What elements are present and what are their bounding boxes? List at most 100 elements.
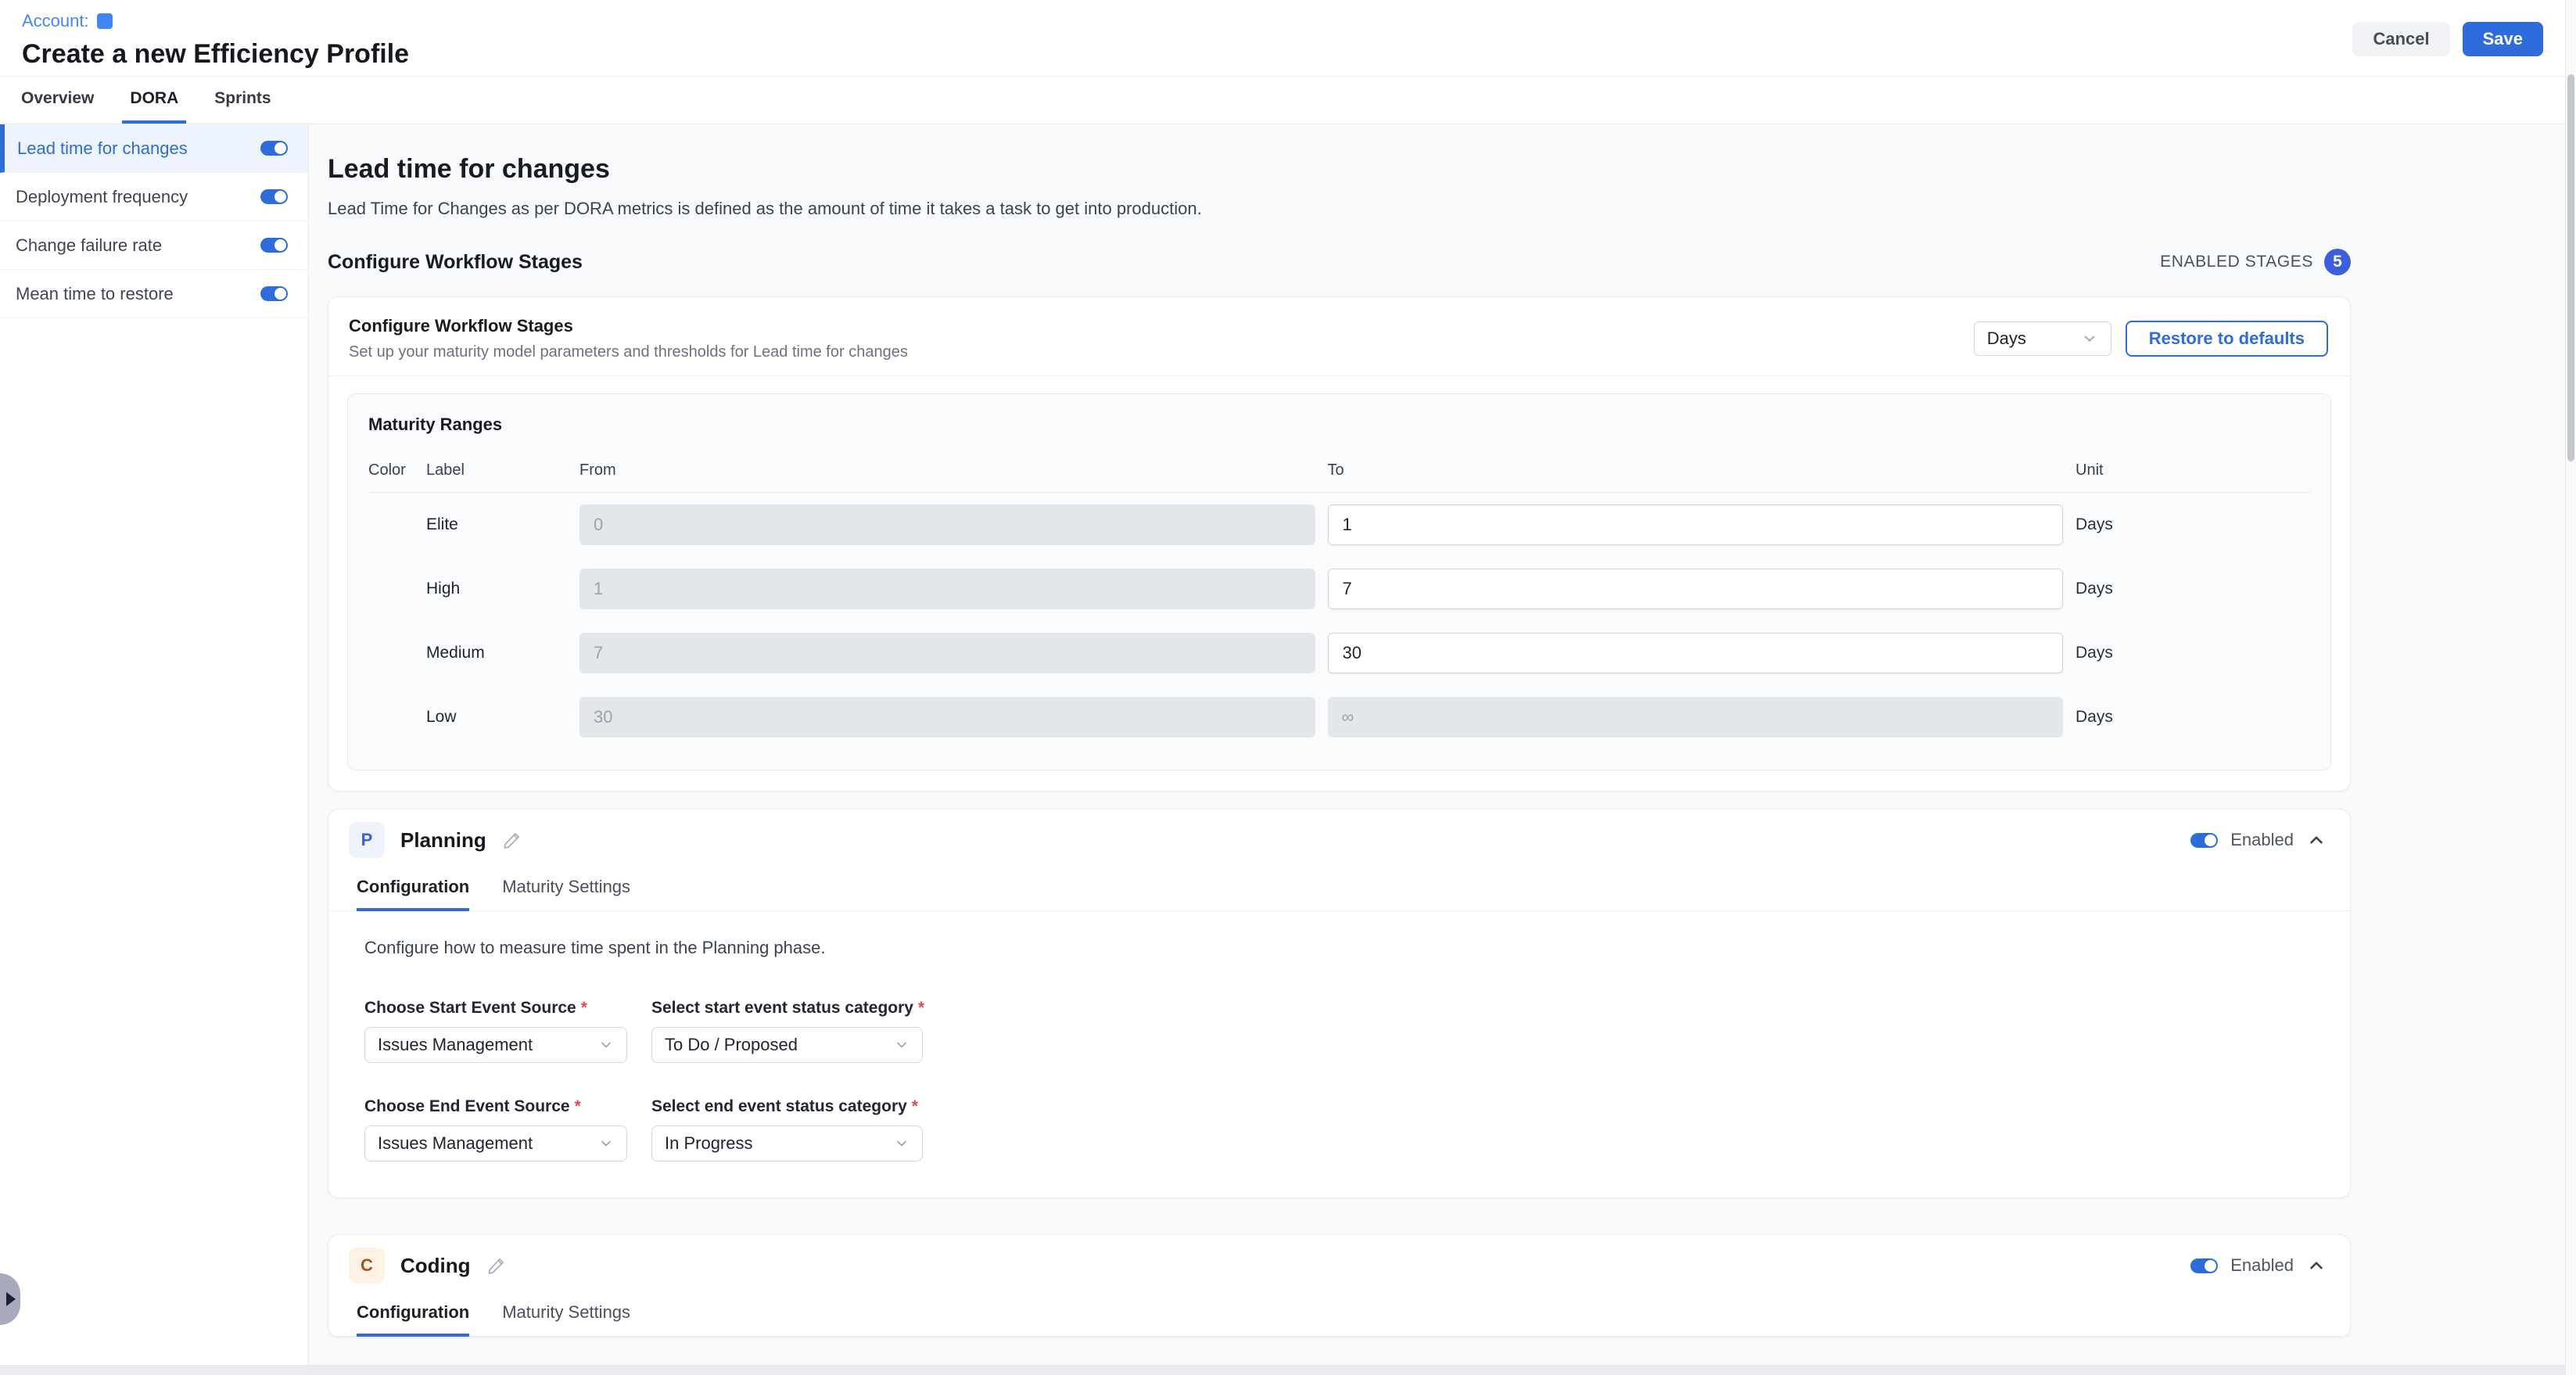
- profile-tabbar: Overview DORA Sprints: [0, 77, 2576, 124]
- unit-select[interactable]: Days: [1974, 321, 2111, 356]
- collapse-stage-button[interactable]: [2306, 1255, 2327, 1276]
- select-value: Issues Management: [378, 1035, 533, 1055]
- column-header-unit: Unit: [2076, 461, 2310, 479]
- lead-time-toggle[interactable]: [260, 141, 288, 156]
- chevron-down-icon: [598, 1136, 614, 1151]
- maturity-row-elite: Elite Days: [368, 493, 2310, 557]
- maturity-row-low: Low Days: [368, 685, 2310, 749]
- start-event-status-select[interactable]: To Do / Proposed: [651, 1027, 923, 1063]
- planning-avatar: P: [349, 822, 385, 858]
- required-asterisk: *: [575, 1097, 581, 1115]
- field-label: Select end event status category: [651, 1097, 907, 1115]
- maturity-row-medium: Medium Days: [368, 621, 2310, 685]
- maturity-label: Medium: [426, 644, 567, 662]
- unit-select-value: Days: [1987, 328, 2026, 349]
- tab-overview[interactable]: Overview: [13, 77, 102, 124]
- sidebar-item-lead-time-for-changes[interactable]: Lead time for changes: [0, 124, 308, 173]
- chevron-up-icon: [2306, 830, 2327, 850]
- required-asterisk: *: [918, 999, 924, 1017]
- maturity-table-header: Color Label From To Unit: [368, 461, 2310, 493]
- medium-from-input: [579, 633, 1315, 673]
- planning-description: Configure how to measure time spent in t…: [364, 938, 2327, 958]
- chevron-down-icon: [598, 1037, 614, 1053]
- deployment-frequency-toggle[interactable]: [260, 189, 288, 204]
- configure-workflow-stages-heading: Configure Workflow Stages: [328, 251, 583, 274]
- start-event-source-field: Choose Start Event Source* Issues Manage…: [364, 999, 627, 1063]
- start-event-status-field: Select start event status category* To D…: [651, 999, 924, 1063]
- planning-tab-configuration[interactable]: Configuration: [357, 877, 469, 911]
- coding-enabled-toggle[interactable]: [2190, 1258, 2218, 1273]
- header-actions: Cancel Save: [2352, 22, 2543, 56]
- enabled-stages-label: ENABLED STAGES: [2160, 253, 2313, 271]
- enabled-label: Enabled: [2230, 1255, 2294, 1276]
- maturity-ranges-card: Maturity Ranges Color Label From To Unit…: [347, 393, 2331, 770]
- sidebar-item-deployment-frequency[interactable]: Deployment frequency: [0, 173, 308, 221]
- mean-time-to-restore-toggle[interactable]: [260, 286, 288, 301]
- cancel-button[interactable]: Cancel: [2352, 22, 2449, 56]
- coding-avatar: C: [349, 1248, 385, 1283]
- maturity-label: Elite: [426, 515, 567, 534]
- sidebar-item-mean-time-to-restore[interactable]: Mean time to restore: [0, 270, 308, 318]
- chevron-down-icon: [894, 1037, 909, 1053]
- low-from-input: [579, 697, 1315, 738]
- metric-title: Lead time for changes: [328, 154, 2576, 185]
- bottom-scroll-track: [0, 1365, 2576, 1375]
- account-label: Account:: [22, 11, 89, 31]
- unit-value: Days: [2076, 644, 2310, 662]
- elite-from-input: [579, 504, 1315, 545]
- medium-to-input[interactable]: [1328, 633, 2064, 673]
- select-value: In Progress: [665, 1133, 753, 1154]
- account-breadcrumb-link[interactable]: Account:: [22, 11, 113, 31]
- account-avatar: [97, 13, 113, 29]
- main-panel: Lead time for changes Lead Time for Chan…: [309, 124, 2576, 1374]
- chevron-up-icon: [2306, 1255, 2327, 1276]
- select-value: Issues Management: [378, 1133, 533, 1154]
- end-event-source-select[interactable]: Issues Management: [364, 1125, 627, 1161]
- vertical-scrollbar[interactable]: [2565, 0, 2576, 1375]
- end-event-status-select[interactable]: In Progress: [651, 1125, 923, 1161]
- end-event-status-field: Select end event status category * In Pro…: [651, 1097, 923, 1161]
- stage-name: Coding: [400, 1254, 471, 1278]
- coding-tab-maturity-settings[interactable]: Maturity Settings: [502, 1302, 630, 1337]
- sidebar-item-label: Lead time for changes: [17, 138, 188, 159]
- restore-defaults-button[interactable]: Restore to defaults: [2126, 321, 2328, 357]
- required-asterisk: *: [581, 999, 587, 1017]
- stage-name: Planning: [400, 828, 486, 853]
- column-header-color: Color: [368, 461, 414, 479]
- unit-value: Days: [2076, 515, 2310, 534]
- sidebar-item-label: Change failure rate: [16, 235, 162, 256]
- high-to-input[interactable]: [1328, 569, 2064, 609]
- tab-sprints[interactable]: Sprints: [206, 77, 278, 124]
- sidebar-item-change-failure-rate[interactable]: Change failure rate: [0, 221, 308, 270]
- unit-value: Days: [2076, 708, 2310, 727]
- coding-tab-configuration[interactable]: Configuration: [357, 1302, 469, 1337]
- top-header: Account: Create a new Efficiency Profile…: [0, 0, 2576, 77]
- metric-description: Lead Time for Changes as per DORA metric…: [328, 199, 2576, 219]
- planning-tab-maturity-settings[interactable]: Maturity Settings: [502, 877, 630, 911]
- planning-enabled-toggle[interactable]: [2190, 833, 2218, 848]
- edit-stage-name-button[interactable]: [502, 830, 522, 850]
- start-event-source-select[interactable]: Issues Management: [364, 1027, 627, 1063]
- required-asterisk: *: [912, 1097, 918, 1115]
- enabled-label: Enabled: [2230, 830, 2294, 850]
- maturity-label: High: [426, 580, 567, 598]
- sidebar-item-label: Deployment frequency: [16, 187, 188, 207]
- select-value: To Do / Proposed: [665, 1035, 798, 1055]
- metrics-sidebar: Lead time for changes Deployment frequen…: [0, 124, 309, 1374]
- collapse-stage-button[interactable]: [2306, 830, 2327, 850]
- planning-stage-card: P Planning Enabled Configuration Maturit…: [328, 809, 2351, 1198]
- sidebar-item-label: Mean time to restore: [16, 284, 174, 304]
- maturity-label: Low: [426, 708, 567, 727]
- workflow-card-subtitle: Set up your maturity model parameters an…: [349, 343, 908, 361]
- low-to-input: [1328, 697, 2064, 738]
- pencil-icon: [502, 830, 522, 850]
- save-button[interactable]: Save: [2463, 22, 2543, 56]
- edit-stage-name-button[interactable]: [486, 1255, 507, 1276]
- pencil-icon: [486, 1255, 507, 1276]
- elite-to-input[interactable]: [1328, 504, 2064, 545]
- scrollbar-thumb[interactable]: [2567, 74, 2574, 461]
- high-from-input: [579, 569, 1315, 609]
- enabled-stages-count-badge: 5: [2324, 249, 2351, 275]
- tab-dora[interactable]: DORA: [122, 77, 186, 124]
- change-failure-rate-toggle[interactable]: [260, 238, 288, 253]
